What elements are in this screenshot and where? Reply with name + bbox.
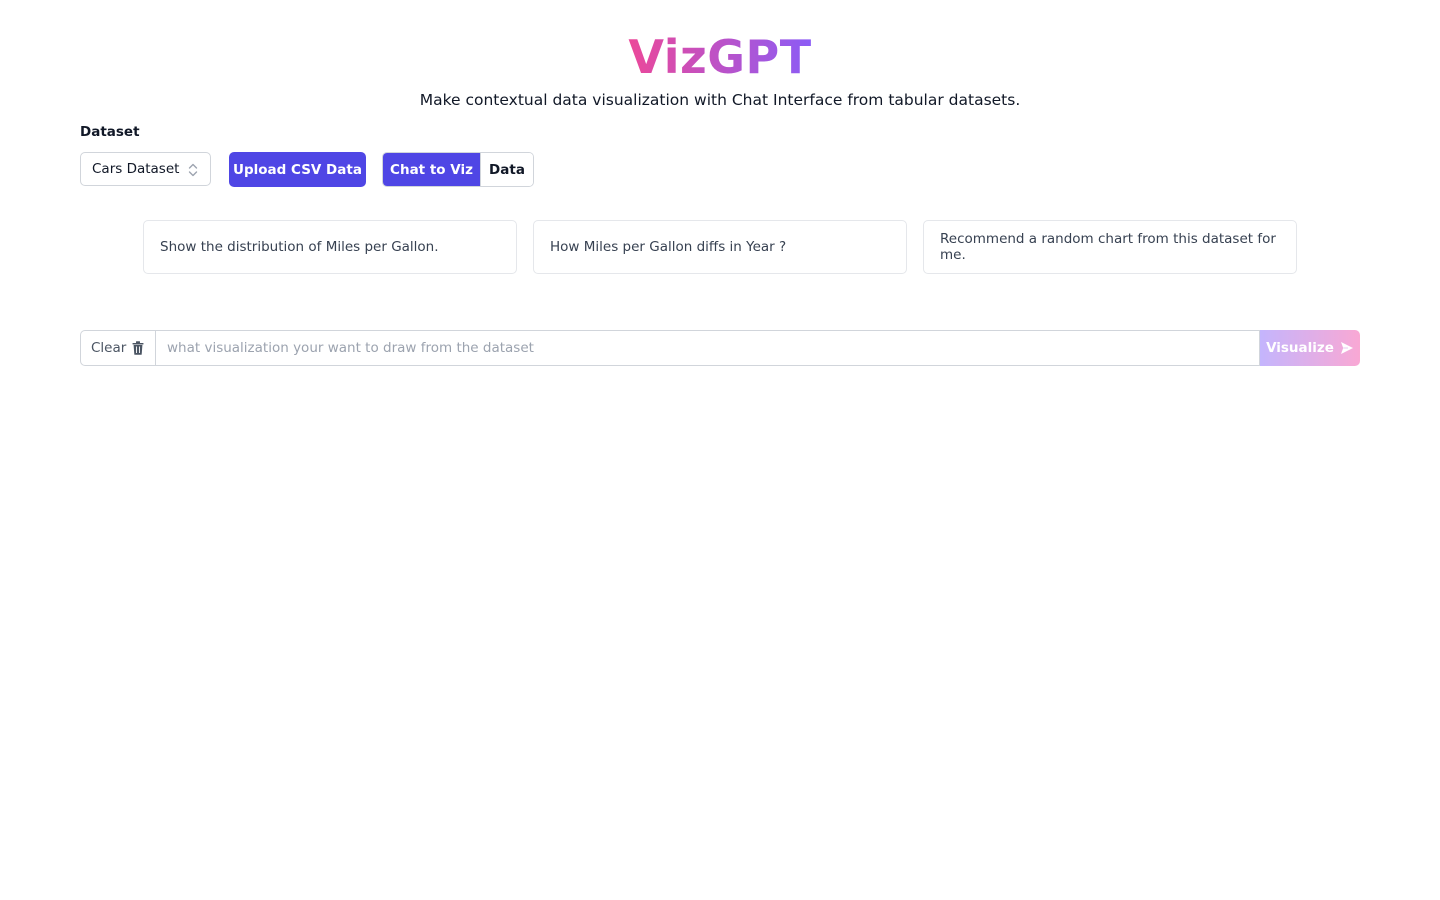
dataset-select-value: Cars Dataset xyxy=(92,161,180,177)
dataset-label: Dataset xyxy=(80,124,140,140)
dataset-select[interactable]: Cars Dataset xyxy=(80,152,211,186)
suggestion-text: Recommend a random chart from this datas… xyxy=(940,231,1276,263)
clear-button[interactable]: Clear xyxy=(80,330,155,366)
chevron-up-down-icon xyxy=(188,163,198,177)
suggestion-text: How Miles per Gallon diffs in Year ? xyxy=(550,239,787,255)
suggestion-text: Show the distribution of Miles per Gallo… xyxy=(160,239,439,255)
app-subtitle: Make contextual data visualization with … xyxy=(419,91,1021,109)
app-title: VizGPT xyxy=(0,28,1440,86)
send-icon xyxy=(1340,342,1353,354)
visualize-button[interactable]: Visualize xyxy=(1260,330,1360,366)
page: VizGPT Make contextual data visualizatio… xyxy=(0,0,1440,900)
tab-chat-to-viz[interactable]: Chat to Viz xyxy=(383,153,480,186)
tab-data[interactable]: Data xyxy=(480,153,533,186)
visualize-button-label: Visualize xyxy=(1266,340,1334,356)
query-input[interactable] xyxy=(155,330,1260,366)
suggestion-card[interactable]: How Miles per Gallon diffs in Year ? xyxy=(533,220,907,274)
chat-input-row: Clear Visualize xyxy=(80,330,1360,366)
app-title-text: VizGPT xyxy=(628,30,812,84)
upload-csv-button[interactable]: Upload CSV Data xyxy=(229,152,366,187)
suggestion-card[interactable]: Recommend a random chart from this datas… xyxy=(923,220,1297,274)
view-tabs: Chat to Viz Data xyxy=(382,152,534,187)
trash-icon xyxy=(132,341,144,355)
clear-button-label: Clear xyxy=(91,340,127,356)
suggestion-card[interactable]: Show the distribution of Miles per Gallo… xyxy=(143,220,517,274)
